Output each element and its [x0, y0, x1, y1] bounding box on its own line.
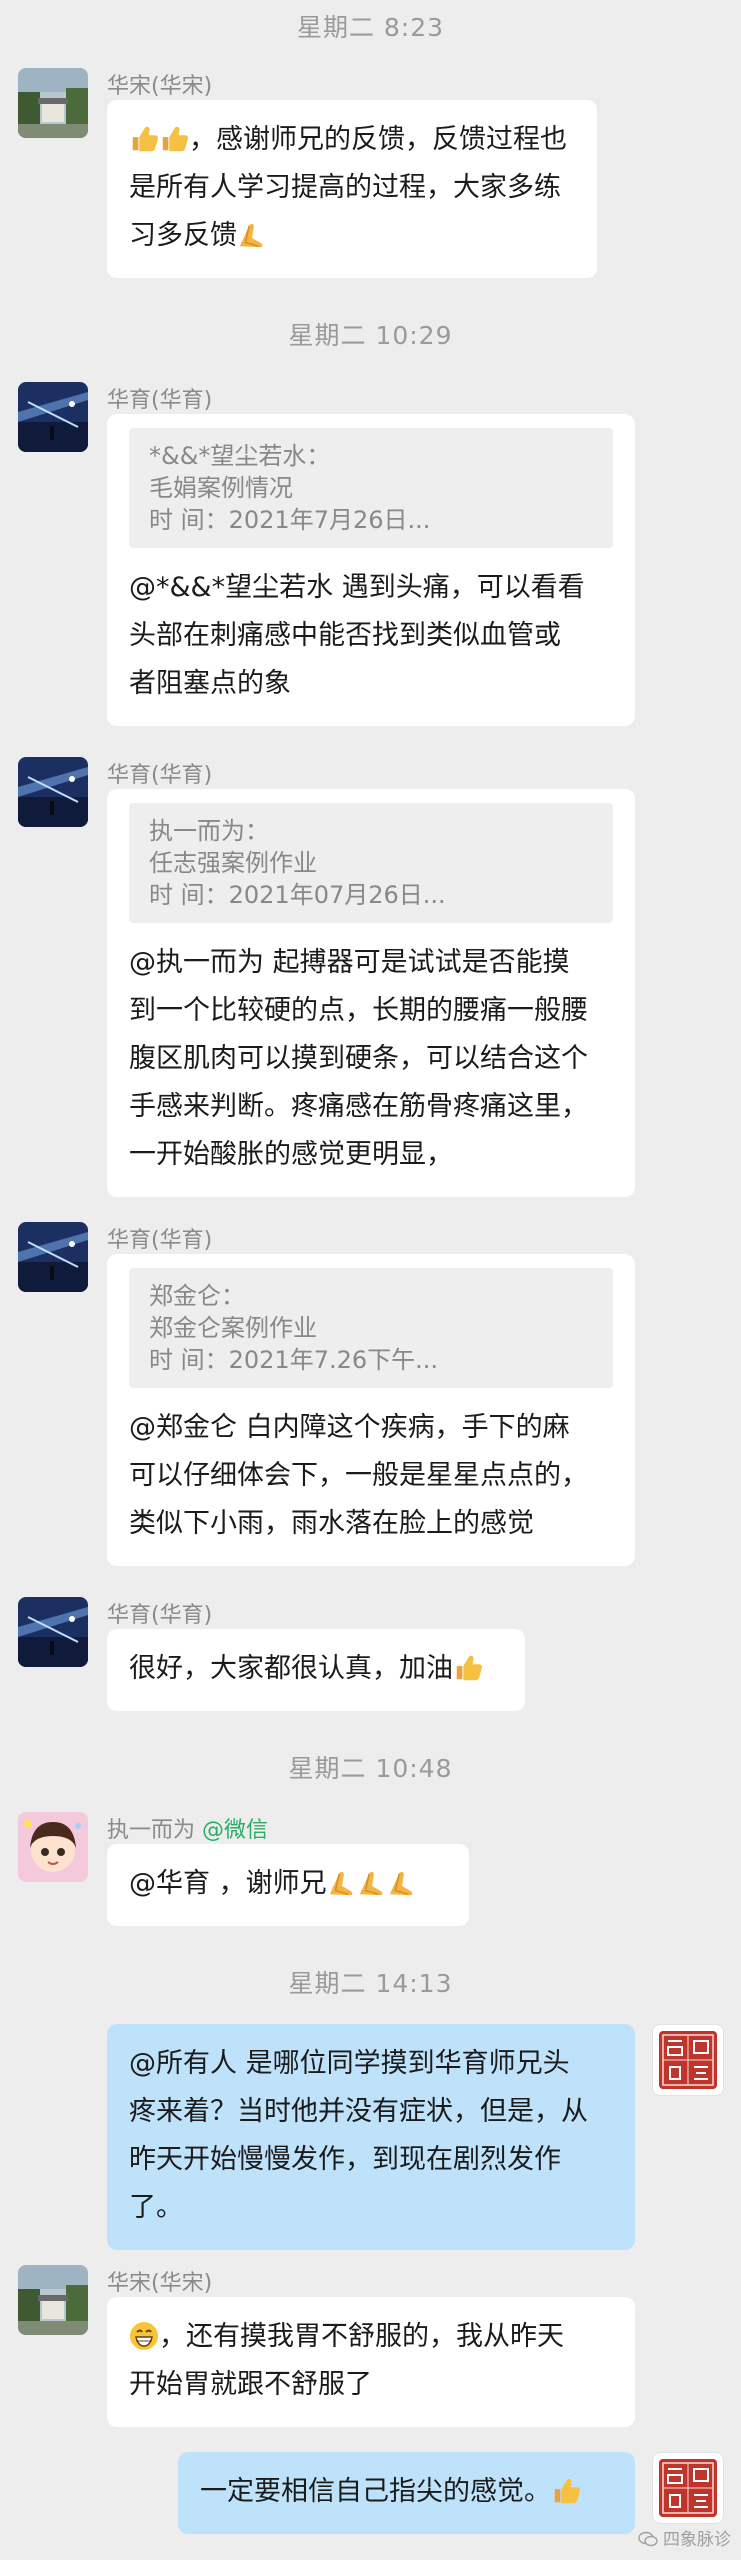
quote-author: *&&*望尘若水： — [149, 442, 331, 470]
message-bubble[interactable]: 郑金仑： 郑金仑案例作业 时 间：2021年7.26下午... @郑金仑 白内障… — [107, 1254, 635, 1566]
sender-name-text: 执一而为 — [107, 1818, 196, 1843]
quoted-message[interactable]: *&&*望尘若水： 毛娟案例情况 时 间：2021年7月26日... — [129, 428, 613, 548]
message-text: @执一而为 起搏器可是试试是否能摸 到一个比较硬的点，长期的腰痛一般腰 腹区肌肉… — [129, 947, 588, 1170]
quote-time: 时 间：2021年07月26日... — [149, 881, 446, 909]
message-bubble-self[interactable]: @所有人 是哪位同学摸到华育师兄头 疼来着？当时他并没有症状，但是，从 昨天开始… — [107, 2024, 635, 2250]
quoted-message[interactable]: 执一而为： 任志强案例作业 时 间：2021年07月26日... — [129, 803, 613, 923]
avatar-huayu[interactable] — [18, 1597, 88, 1667]
message-text: @郑金仑 白内障这个疾病，手下的麻 可以仔细体会下，一般是星星点点的， 类似下小… — [129, 1412, 588, 1539]
quote-time: 时 间：2021年7.26下午... — [149, 1346, 439, 1374]
sender-name: 华宋(华宋) — [107, 74, 213, 99]
message-bubble[interactable]: *&&*望尘若水： 毛娟案例情况 时 间：2021年7月26日... @*&&*… — [107, 414, 635, 726]
watermark: 四象脉诊 — [637, 2525, 731, 2550]
timestamp: 星期二 8:23 — [296, 13, 445, 42]
message-text: 很好，大家都很认真，加油 — [129, 1653, 453, 1684]
message-text: @所有人 是哪位同学摸到华育师兄头 疼来着？当时他并没有症状，但是，从 昨天开始… — [129, 2048, 588, 2223]
thumbs-up-icon — [554, 2478, 581, 2504]
watermark-text: 四象脉诊 — [663, 2530, 731, 2550]
wechat-icon — [637, 2531, 658, 2547]
avatar-huasong[interactable] — [18, 2265, 88, 2335]
avatar-self-logo[interactable] — [652, 2452, 724, 2524]
timestamp: 星期二 10:29 — [288, 321, 453, 350]
pray-hands-icon — [388, 1871, 413, 1896]
avatar-huayu[interactable] — [18, 382, 88, 452]
quote-author: 郑金仑： — [149, 1282, 245, 1310]
avatar-self-logo[interactable] — [652, 2024, 724, 2096]
message-text: ，还有摸我胃不舒服的，我从昨天 开始胃就跟不舒服了 — [129, 2321, 564, 2400]
avatar-zhiyierwei[interactable] — [18, 1812, 88, 1882]
quote-title: 任志强案例作业 — [149, 849, 317, 877]
grin-face-icon — [129, 2321, 159, 2351]
message-bubble[interactable]: @华育 ，谢师兄 — [107, 1844, 469, 1926]
thumbs-up-icon — [162, 126, 189, 152]
avatar-huasong[interactable] — [18, 68, 88, 138]
quoted-message[interactable]: 郑金仑： 郑金仑案例作业 时 间：2021年7.26下午... — [129, 1268, 613, 1388]
timestamp: 星期二 14:13 — [288, 1969, 453, 1998]
message-bubble-self[interactable]: 一定要相信自己指尖的感觉。 — [178, 2452, 635, 2534]
message-text: @华育 ，谢师兄 — [129, 1868, 327, 1899]
quote-author: 执一而为： — [149, 817, 269, 845]
message-bubble[interactable]: 执一而为： 任志强案例作业 时 间：2021年07月26日... @执一而为 起… — [107, 789, 635, 1197]
thumbs-up-icon — [456, 1655, 483, 1681]
pray-hands-icon — [358, 1871, 383, 1896]
avatar-huayu[interactable] — [18, 757, 88, 827]
message-text: ，感谢师兄的反馈，反馈过程也 是所有人学习提高的过程，大家多练 习多反馈 — [129, 124, 567, 251]
quote-title: 郑金仑案例作业 — [149, 1314, 317, 1342]
pray-hands-icon — [239, 223, 264, 248]
sender-name: 华育(华育) — [107, 388, 213, 413]
sender-name: 华育(华育) — [107, 763, 213, 788]
message-bubble[interactable]: ，还有摸我胃不舒服的，我从昨天 开始胃就跟不舒服了 — [107, 2297, 635, 2427]
timestamp: 星期二 10:48 — [288, 1754, 453, 1783]
pray-hands-icon — [328, 1871, 353, 1896]
avatar-huayu[interactable] — [18, 1222, 88, 1292]
thumbs-up-icon — [132, 126, 159, 152]
sender-name: 执一而为 @微信 — [107, 1812, 268, 1844]
message-bubble[interactable]: 很好，大家都很认真，加油 — [107, 1629, 525, 1711]
wechat-tag: @微信 — [202, 1818, 269, 1843]
sender-name: 华宋(华宋) — [107, 2271, 213, 2296]
quote-time: 时 间：2021年7月26日... — [149, 506, 431, 534]
message-bubble[interactable]: ，感谢师兄的反馈，反馈过程也 是所有人学习提高的过程，大家多练 习多反馈 — [107, 100, 597, 278]
quote-title: 毛娟案例情况 — [149, 474, 293, 502]
sender-name: 华育(华育) — [107, 1603, 213, 1628]
message-text: @*&&*望尘若水 遇到头痛，可以看看 头部在刺痛感中能否找到类似血管或 者阻塞… — [129, 572, 585, 699]
sender-name: 华育(华育) — [107, 1228, 213, 1253]
message-text: 一定要相信自己指尖的感觉。 — [200, 2476, 551, 2507]
